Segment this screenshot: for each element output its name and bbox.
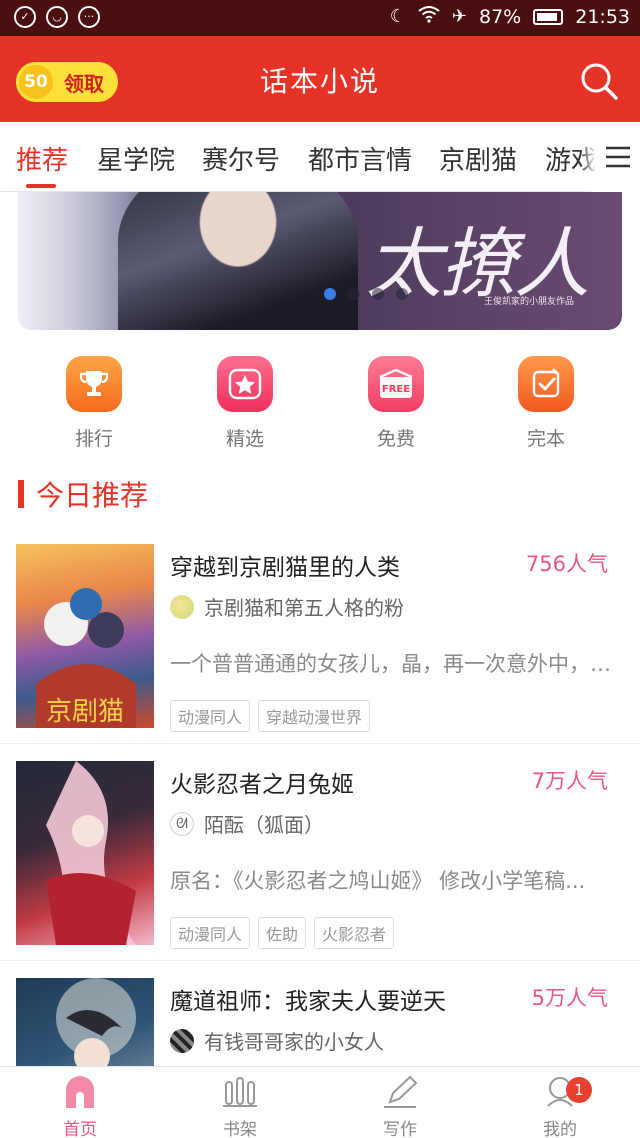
check-icon: ✓: [14, 6, 36, 28]
author-avatar: ᘛ: [170, 811, 194, 836]
book-tag[interactable]: 动漫同人: [170, 700, 251, 732]
nav-write-label: 写作: [383, 1120, 417, 1138]
section-accent-bar: [18, 480, 24, 508]
author-name: 京剧猫和第五人格的粉: [204, 596, 404, 620]
svg-text:FREE: FREE: [382, 384, 410, 395]
book-description: 原名：《火影忍者之鸠山姬》 修改小学笔稿...: [170, 869, 586, 893]
tab-seer[interactable]: 赛尔号: [202, 140, 280, 177]
banner-dot[interactable]: [372, 288, 384, 300]
nav-bookshelf[interactable]: 书架: [180, 1073, 300, 1138]
check-note-icon: [518, 356, 574, 412]
banner-subline: 王俊凯家的小朋友作品: [484, 297, 575, 307]
book-tags: 动漫同人 佐助 火影忍者: [170, 917, 395, 949]
claim-label: 领取: [64, 71, 104, 96]
moon-icon: ☾: [389, 6, 406, 27]
active-tab-indicator: [26, 184, 56, 188]
section-header: 今日推荐: [18, 476, 148, 512]
author-name: 陌酝（狐面）: [204, 813, 324, 837]
shield-icon: ◡: [46, 6, 68, 28]
star-icon: [217, 356, 273, 412]
completed-entry[interactable]: 完本: [486, 356, 606, 451]
book-title[interactable]: 火影忍者之月兔姬: [170, 765, 354, 799]
home-icon: [20, 1073, 140, 1111]
book-tag[interactable]: 动漫同人: [170, 917, 251, 949]
banner-character-image: [118, 192, 358, 330]
trophy-icon: [66, 356, 122, 412]
ranking-entry[interactable]: 排行: [34, 356, 154, 451]
completed-label: 完本: [526, 428, 565, 450]
book-cover[interactable]: 京剧猫: [16, 544, 154, 728]
claim-coins-button[interactable]: 50 领取: [16, 62, 118, 102]
book-cover[interactable]: [16, 761, 154, 945]
book-description: 一个普普通通的女孩儿，晶，再一次意外中，…: [170, 652, 611, 676]
pen-icon: [340, 1073, 460, 1111]
category-tabs: 推荐 星学院 赛尔号 都市言情 京剧猫 游戏: [0, 122, 640, 192]
wifi-icon: [418, 5, 440, 28]
free-icon: FREE: [368, 356, 424, 412]
book-tag[interactable]: 火影忍者: [314, 917, 395, 949]
book-author[interactable]: 有钱哥哥家的小女人: [170, 1026, 384, 1055]
svg-text:京剧猫: 京剧猫: [46, 697, 124, 727]
book-author[interactable]: ᘛ 陌酝（狐面）: [170, 809, 324, 838]
tab-star-academy[interactable]: 星学院: [97, 140, 175, 177]
featured-entry[interactable]: 精选: [185, 356, 305, 451]
nav-bookshelf-label: 书架: [223, 1120, 257, 1138]
search-icon[interactable]: [578, 60, 620, 102]
quick-entries: 排行 精选 FREE 免费 完本: [0, 356, 640, 456]
ranking-label: 排行: [74, 428, 113, 450]
book-tags: 动漫同人 穿越动漫世界: [170, 700, 371, 732]
nav-profile-label: 我的: [543, 1120, 577, 1138]
coin-icon: 50: [16, 62, 56, 102]
nav-home-label: 首页: [63, 1120, 97, 1138]
airplane-icon: ✈: [451, 6, 467, 27]
promo-banner[interactable]: 太撩人 王俊凯家的小朋友作品: [18, 192, 622, 330]
banner-dot[interactable]: [348, 288, 360, 300]
status-icons-left: ✓ ◡ ···: [14, 6, 100, 28]
battery-icon: [533, 8, 564, 25]
notification-badge: 1: [566, 1077, 592, 1103]
app-header: 50 领取 话本小说: [0, 36, 640, 122]
author-avatar: [170, 594, 194, 619]
chat-icon: ···: [78, 6, 100, 28]
banner-dot[interactable]: [396, 288, 408, 300]
book-title[interactable]: 穿越到京剧猫里的人类: [170, 548, 400, 582]
book-author[interactable]: 京剧猫和第五人格的粉: [170, 592, 404, 621]
clock: 21:53: [575, 5, 630, 28]
battery-percent: 87%: [479, 5, 522, 28]
tabs-fade: [580, 122, 596, 192]
book-item[interactable]: 京剧猫 穿越到京剧猫里的人类 756人气 京剧猫和第五人格的粉 一个普普通通的女…: [0, 528, 640, 744]
free-label: 免费: [376, 428, 415, 450]
book-item[interactable]: 火影忍者之月兔姬 7万人气 ᘛ 陌酝（狐面） 原名：《火影忍者之鸠山姬》 修改小…: [0, 745, 640, 961]
bottom-navigation: 首页 书架 写作 1 我的: [0, 1066, 640, 1138]
banner-dot-active[interactable]: [324, 288, 336, 300]
free-entry[interactable]: FREE 免费: [336, 356, 456, 451]
category-menu-icon[interactable]: [596, 122, 640, 192]
book-popularity: 7万人气: [531, 769, 608, 793]
book-tag[interactable]: 佐助: [258, 917, 307, 949]
book-tag[interactable]: 穿越动漫世界: [258, 700, 371, 732]
profile-icon: [500, 1073, 620, 1111]
tab-recommend[interactable]: 推荐: [16, 140, 68, 177]
bookshelf-icon: [180, 1073, 300, 1111]
featured-label: 精选: [225, 428, 264, 450]
status-bar: ✓ ◡ ··· ☾ ✈ 87% 21:53: [0, 0, 640, 36]
nav-write[interactable]: 写作: [340, 1073, 460, 1138]
section-title: 今日推荐: [36, 479, 149, 512]
author-avatar: [170, 1028, 194, 1053]
tab-peking-opera-cat[interactable]: 京剧猫: [439, 140, 517, 177]
book-title[interactable]: 魔道祖师：我家夫人要逆天: [170, 982, 446, 1016]
book-cover[interactable]: [16, 978, 154, 1066]
book-popularity: 756人气: [525, 552, 608, 576]
book-popularity: 5万人气: [531, 986, 608, 1010]
tab-urban-romance[interactable]: 都市言情: [308, 140, 412, 177]
author-name: 有钱哥哥家的小女人: [204, 1030, 384, 1054]
book-item[interactable]: 魔道祖师：我家夫人要逆天 5万人气 有钱哥哥家的小女人: [0, 962, 640, 1066]
banner-pagination: [324, 288, 408, 300]
nav-profile[interactable]: 1 我的: [500, 1073, 620, 1138]
status-icons-right: ☾ ✈ 87% 21:53: [390, 5, 630, 28]
nav-home[interactable]: 首页: [20, 1073, 140, 1138]
